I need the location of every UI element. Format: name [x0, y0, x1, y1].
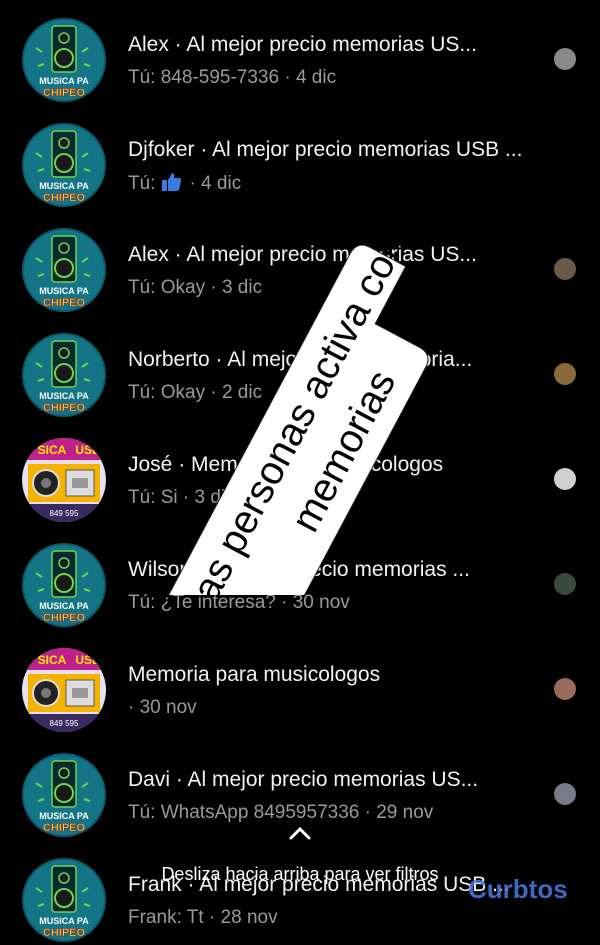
avatar: SICA USB 849 595	[22, 648, 106, 732]
svg-text:CHIPEO: CHIPEO	[43, 612, 86, 624]
conversation-subtitle: Tú: 848-595-7336 · 4 dic	[128, 67, 337, 88]
svg-text:CHIPEO: CHIPEO	[43, 192, 86, 204]
avatar: MUSICA PA CHIPEO	[22, 18, 106, 102]
thumbs-up-icon	[161, 172, 183, 198]
swipe-hint-area[interactable]: Desliza hacia arriba para ver filtros Cu…	[0, 820, 600, 924]
conversation-row[interactable]: MUSICA PA CHIPEO Djfoker · Al mejor precio…	[0, 105, 600, 210]
svg-text:USB: USB	[75, 653, 101, 667]
conversation-title: Davi · Al mejor precio memorias US...	[128, 768, 479, 791]
svg-text:CHIPEO: CHIPEO	[43, 402, 86, 414]
avatar: SICA USB 849 595	[22, 438, 106, 522]
promo-overlay-banner: Las personas activa con sus memorias	[161, 225, 449, 595]
svg-text:849 595: 849 595	[50, 719, 79, 728]
conversation-subtitle: · 30 nov	[128, 697, 197, 718]
avatar: MUSICA PA CHIPEO	[22, 333, 106, 417]
svg-text:CHIPEO: CHIPEO	[43, 297, 86, 309]
watermark: Curbtos	[468, 874, 568, 904]
avatar: MUSICA PA CHIPEO	[22, 543, 106, 627]
svg-text:MUSICA PA: MUSICA PA	[39, 391, 89, 401]
seen-avatar-indicator	[554, 783, 576, 805]
conversation-row[interactable]: SICA USB 849 595 Memoria para musicologos · …	[0, 630, 600, 735]
conversation-title: Djfoker · Al mejor precio memorias USB .…	[128, 138, 523, 161]
svg-text:MUSICA PA: MUSICA PA	[39, 181, 89, 191]
seen-avatar-indicator	[554, 48, 576, 70]
conversation-subtitle: Tú: · 4 dic	[128, 172, 241, 198]
conversation-row[interactable]: MUSICA PA CHIPEO Alex · Al mejor precio me…	[0, 0, 600, 105]
svg-text:SICA: SICA	[38, 653, 67, 667]
avatar: MUSICA PA CHIPEO	[22, 123, 106, 207]
svg-text:SICA: SICA	[38, 443, 67, 457]
conversation-title: Memoria para musicologos	[128, 663, 381, 686]
svg-text:MUSICA PA: MUSICA PA	[39, 601, 89, 611]
svg-text:CHIPEO: CHIPEO	[43, 927, 86, 939]
svg-text:849 595: 849 595	[50, 509, 79, 518]
svg-text:MUSICA PA: MUSICA PA	[39, 286, 89, 296]
svg-text:CHIPEO: CHIPEO	[43, 87, 86, 99]
avatar: MUSICA PA CHIPEO	[22, 228, 106, 312]
conversation-title: Alex · Al mejor precio memorias US...	[128, 33, 477, 56]
chevron-up-icon	[289, 826, 311, 840]
conversation-subtitle: Tú: ¿Te interesa? · 30 nov	[128, 592, 350, 613]
seen-avatar-indicator	[554, 678, 576, 700]
subtitle-prefix: Tú:	[128, 173, 156, 194]
svg-text:MUSICA PA: MUSICA PA	[39, 76, 89, 86]
subtitle-suffix: · 4 dic	[189, 173, 242, 194]
